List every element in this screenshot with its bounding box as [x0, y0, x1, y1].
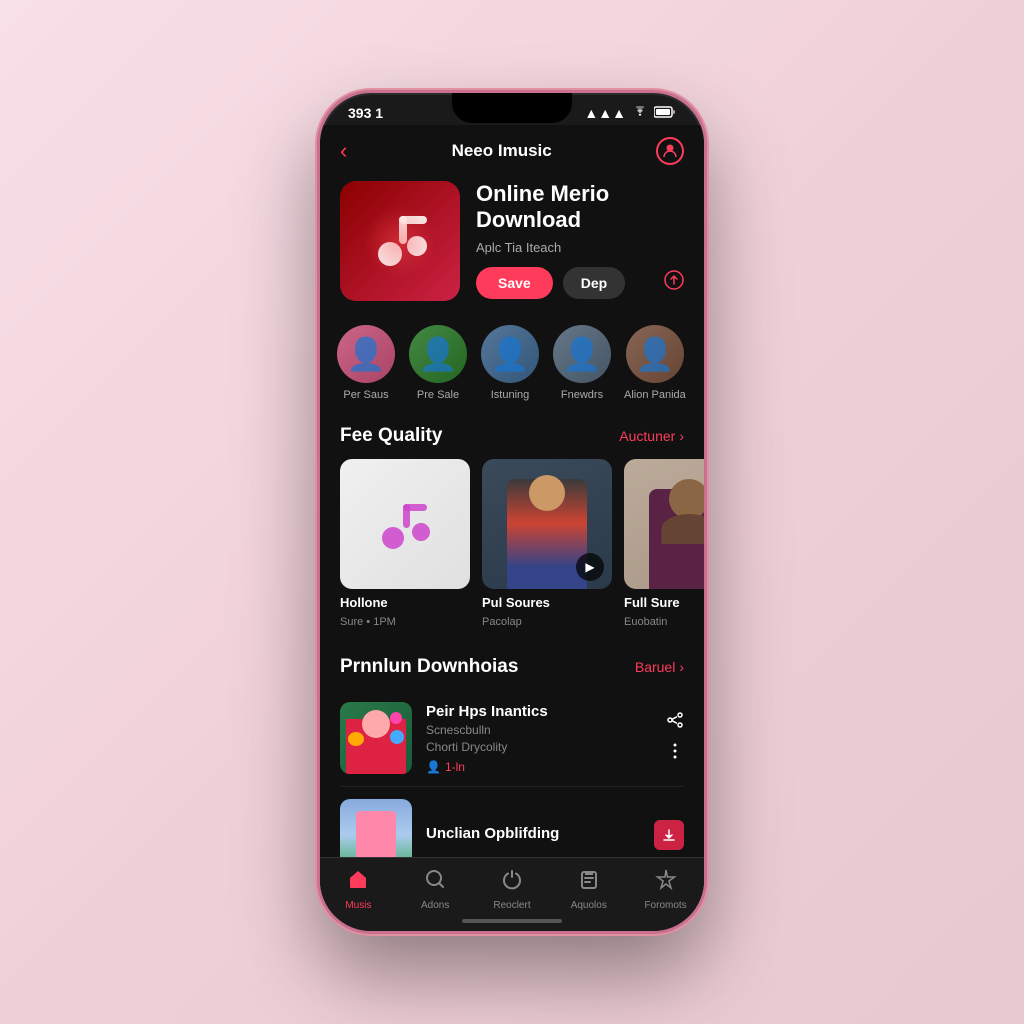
- avatar-item-3[interactable]: 👤 Fnewdrs: [552, 325, 612, 401]
- status-icons: ▲▲▲: [584, 105, 676, 121]
- avatar-name-0: Per Saus: [343, 389, 388, 401]
- avatar-item-0[interactable]: 👤 Per Saus: [336, 325, 396, 401]
- nav-label-aquolos: Aquolos: [571, 900, 607, 911]
- screen-content[interactable]: ‹ Neeo Imusic: [320, 125, 704, 934]
- nav-item-reoclert[interactable]: Reoclert: [482, 868, 542, 911]
- fee-quality-header: Fee Quality Auctuner ›: [320, 417, 704, 459]
- avatar-1[interactable]: 👤: [409, 325, 467, 383]
- hero-artwork: [340, 181, 460, 301]
- card-1[interactable]: ▶ Pul Soures Pacolap: [482, 459, 612, 628]
- phone-frame: 393 1 ▲▲▲ ‹ Neeo: [317, 90, 707, 934]
- card-2[interactable]: Full Sure Euobatin: [624, 459, 704, 628]
- avatar-2[interactable]: 👤: [481, 325, 539, 383]
- list-title-0: Peir Hps Inantics: [426, 703, 652, 720]
- card-0[interactable]: Hollone Sure • 1PM: [340, 459, 470, 628]
- fee-quality-title: Fee Quality: [340, 425, 442, 447]
- list-sub2-0: Chorti Drycolity: [426, 740, 652, 754]
- battery-icon: [654, 105, 676, 121]
- signal-icon: ▲▲▲: [584, 105, 626, 121]
- share-action-icon[interactable]: [666, 711, 684, 734]
- card-title-0: Hollone: [340, 595, 470, 610]
- premium-downloads-list: Peir Hps Inantics Scnescbulln Chorti Dry…: [320, 690, 704, 883]
- list-info-1: Unclian Opblifding: [426, 825, 640, 845]
- avatar-item-2[interactable]: 👤 Istuning: [480, 325, 540, 401]
- hero-subtitle: Aplc Tia Iteach: [476, 240, 684, 255]
- avatar-name-1: Pre Sale: [417, 389, 459, 401]
- list-badge-0: 👤 1-ln: [426, 760, 652, 774]
- nav-label-foromots: Foromots: [644, 900, 686, 911]
- nav-item-foromots[interactable]: Foromots: [636, 868, 696, 911]
- nav-item-aquolos[interactable]: Aquolos: [559, 868, 619, 911]
- wifi-icon: [632, 105, 648, 121]
- avatar-name-2: Istuning: [491, 389, 530, 401]
- avatar-item-4[interactable]: 👤 Alion Panida: [624, 325, 686, 401]
- card-title-1: Pul Soures: [482, 595, 612, 610]
- time: 393 1: [348, 105, 383, 121]
- list-subtitle-0: Scnescbulln: [426, 723, 652, 737]
- list-title-1: Unclian Opblifding: [426, 825, 640, 842]
- avatar-0[interactable]: 👤: [337, 325, 395, 383]
- list-actions-1: [654, 820, 684, 850]
- home-icon: [347, 868, 369, 896]
- sparkle-icon: [655, 868, 677, 896]
- card-artwork-1: ▶: [482, 459, 612, 589]
- power-icon: [501, 868, 523, 896]
- card-artwork-2: [624, 459, 704, 589]
- avatar-item-1[interactable]: 👤 Pre Sale: [408, 325, 468, 401]
- premium-downloads-header: Prnnlun Downhoias Baruel ›: [320, 648, 704, 690]
- avatar-name-3: Fnewdrs: [561, 389, 603, 401]
- notch: [452, 93, 572, 123]
- dep-button[interactable]: Dep: [563, 267, 625, 299]
- download-button-1[interactable]: [654, 820, 684, 850]
- fee-quality-link[interactable]: Auctuner ›: [619, 428, 684, 444]
- premium-downloads-title: Prnnlun Downhoias: [340, 656, 518, 678]
- card-title-2: Full Sure: [624, 595, 704, 610]
- hero-section: Online Merio Download Aplc Tia Iteach Sa…: [320, 173, 704, 317]
- card-sub-1: Pacolap: [482, 616, 612, 628]
- home-indicator: [462, 919, 562, 923]
- nav-item-music[interactable]: Musis: [328, 868, 388, 911]
- play-overlay-1[interactable]: ▶: [576, 553, 604, 581]
- premium-downloads-link[interactable]: Baruel ›: [635, 659, 684, 675]
- list-item-0[interactable]: Peir Hps Inantics Scnescbulln Chorti Dry…: [340, 690, 684, 787]
- save-button[interactable]: Save: [476, 267, 553, 299]
- back-button[interactable]: ‹: [340, 138, 347, 164]
- share-button[interactable]: [664, 270, 684, 296]
- nav-title: Neeo Imusic: [452, 141, 552, 161]
- more-action-icon[interactable]: [666, 742, 684, 765]
- hero-title: Online Merio Download: [476, 181, 684, 234]
- avatar-4[interactable]: 👤: [626, 325, 684, 383]
- hero-buttons: Save Dep: [476, 267, 684, 299]
- hero-info: Online Merio Download Aplc Tia Iteach Sa…: [476, 181, 684, 299]
- nav-label-adons: Adons: [421, 900, 449, 911]
- avatars-section[interactable]: 👤 Per Saus 👤 Pre Sale 👤 Istuning 👤: [320, 317, 704, 417]
- list-info-0: Peir Hps Inantics Scnescbulln Chorti Dry…: [426, 703, 652, 774]
- list-actions-0: [666, 711, 684, 765]
- fee-quality-cards[interactable]: Hollone Sure • 1PM ▶ Pul Soures Pacolap: [320, 459, 704, 648]
- nav-label-music: Musis: [345, 900, 371, 911]
- card-sub-0: Sure • 1PM: [340, 616, 470, 628]
- nav-header: ‹ Neeo Imusic: [320, 125, 704, 173]
- card-sub-2: Euobatin: [624, 616, 704, 628]
- profile-button[interactable]: [656, 137, 684, 165]
- avatar-3[interactable]: 👤: [553, 325, 611, 383]
- clipboard-icon: [578, 868, 600, 896]
- search-icon: [424, 868, 446, 896]
- card-artwork-0: [340, 459, 470, 589]
- nav-label-reoclert: Reoclert: [493, 900, 530, 911]
- nav-item-adons[interactable]: Adons: [405, 868, 465, 911]
- list-artwork-0: [340, 702, 412, 774]
- avatar-name-4: Alion Panida: [624, 389, 686, 401]
